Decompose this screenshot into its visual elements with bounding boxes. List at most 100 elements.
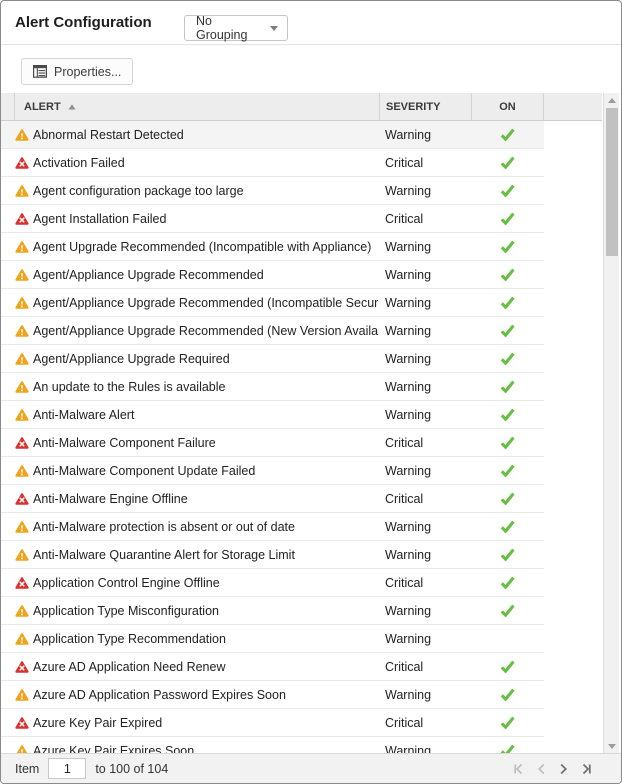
page-title: Alert Configuration (15, 14, 152, 31)
table-row[interactable]: Abnormal Restart DetectedWarning (1, 121, 544, 149)
table-row[interactable]: Azure Key Pair Expires SoonWarning (1, 737, 544, 753)
warning-icon (1, 268, 33, 282)
table-row[interactable]: Anti-Malware protection is absent or out… (1, 513, 544, 541)
alert-name: Agent/Appliance Upgrade Recommended (New… (33, 324, 379, 338)
column-header-severity[interactable]: SEVERITY (379, 93, 471, 120)
table-row[interactable]: Agent/Appliance Upgrade RequiredWarning (1, 345, 544, 373)
on-check-icon (471, 436, 544, 449)
severity-value: Warning (379, 268, 471, 282)
scrollbar-thumb[interactable] (606, 108, 618, 256)
table-row[interactable]: Anti-Malware Quarantine Alert for Storag… (1, 541, 544, 569)
alert-name: Anti-Malware Alert (33, 408, 379, 422)
severity-value: Warning (379, 604, 471, 618)
table-row[interactable]: Application Type MisconfigurationWarning (1, 597, 544, 625)
severity-value: Warning (379, 520, 471, 534)
table-row[interactable]: Anti-Malware Component Update FailedWarn… (1, 457, 544, 485)
alert-name: Azure Key Pair Expires Soon (33, 744, 379, 754)
column-header-filler (543, 93, 602, 120)
severity-value: Warning (379, 548, 471, 562)
scroll-down-icon[interactable] (604, 739, 619, 753)
alert-name: Application Type Recommendation (33, 632, 379, 646)
table-row[interactable]: Application Type RecommendationWarning (1, 625, 544, 653)
column-header-on[interactable]: ON (471, 93, 543, 120)
alert-name: Agent Installation Failed (33, 212, 379, 226)
alert-name: Agent/Appliance Upgrade Required (33, 352, 379, 366)
properties-icon (33, 65, 47, 78)
warning-icon (1, 744, 33, 754)
table-row[interactable]: Agent Upgrade Recommended (Incompatible … (1, 233, 544, 261)
on-check-icon (471, 604, 544, 617)
alert-name: Application Type Misconfiguration (33, 604, 379, 618)
alert-name: Anti-Malware Component Update Failed (33, 464, 379, 478)
critical-icon (1, 576, 33, 590)
severity-value: Warning (379, 296, 471, 310)
vertical-scrollbar[interactable] (603, 93, 619, 753)
table-row[interactable]: Agent configuration package too largeWar… (1, 177, 544, 205)
on-check-icon (471, 660, 544, 673)
title-bar: Alert Configuration No Grouping (1, 1, 621, 45)
column-header-alert[interactable]: ALERT (14, 93, 379, 120)
grouping-dropdown[interactable]: No Grouping (184, 15, 288, 41)
warning-icon (1, 240, 33, 254)
severity-value: Warning (379, 184, 471, 198)
table-row[interactable]: Azure AD Application Password Expires So… (1, 681, 544, 709)
severity-value: Critical (379, 716, 471, 730)
table-row[interactable]: Anti-Malware AlertWarning (1, 401, 544, 429)
alert-name: Application Control Engine Offline (33, 576, 379, 590)
pagination-bar: Item to 100 of 104 (1, 753, 621, 783)
next-page-button[interactable] (558, 763, 569, 775)
alert-name: Azure AD Application Need Renew (33, 660, 379, 674)
warning-icon (1, 184, 33, 198)
table-row[interactable]: Azure Key Pair ExpiredCritical (1, 709, 544, 737)
alert-table-body: Abnormal Restart DetectedWarning Activat… (1, 121, 544, 753)
page-item-input[interactable] (48, 758, 86, 779)
table-row[interactable]: Azure AD Application Need RenewCritical (1, 653, 544, 681)
column-header-spacer (1, 93, 14, 120)
on-check-icon (471, 156, 544, 169)
table-row[interactable]: Anti-Malware Engine OfflineCritical (1, 485, 544, 513)
on-check-icon (471, 548, 544, 561)
table-row[interactable]: Agent/Appliance Upgrade Recommended (Inc… (1, 289, 544, 317)
warning-icon (1, 520, 33, 534)
table-row[interactable]: Agent/Appliance Upgrade Recommended (New… (1, 317, 544, 345)
on-check-icon (471, 492, 544, 505)
alert-name: Agent configuration package too large (33, 184, 379, 198)
severity-value: Warning (379, 688, 471, 702)
alert-name: Agent/Appliance Upgrade Recommended (Inc… (33, 296, 379, 310)
last-page-button[interactable] (580, 763, 593, 775)
severity-value: Warning (379, 352, 471, 366)
properties-button[interactable]: Properties... (21, 58, 133, 85)
warning-icon (1, 128, 33, 142)
warning-icon (1, 380, 33, 394)
previous-page-button[interactable] (536, 763, 547, 775)
item-label: Item (15, 762, 39, 776)
pager (512, 754, 593, 783)
alert-configuration-window: Alert Configuration No Grouping Properti… (0, 0, 622, 784)
scroll-up-icon[interactable] (604, 93, 619, 107)
on-check-icon (471, 324, 544, 337)
table-row[interactable]: Application Control Engine OfflineCritic… (1, 569, 544, 597)
alert-name: Anti-Malware protection is absent or out… (33, 520, 379, 534)
alert-name: Agent/Appliance Upgrade Recommended (33, 268, 379, 282)
warning-icon (1, 352, 33, 366)
alert-name: Anti-Malware Component Failure (33, 436, 379, 450)
first-page-button[interactable] (512, 763, 525, 775)
table-row[interactable]: Agent/Appliance Upgrade RecommendedWarni… (1, 261, 544, 289)
table-row[interactable]: Activation FailedCritical (1, 149, 544, 177)
on-check-icon (471, 240, 544, 253)
on-check-icon (471, 408, 544, 421)
alert-name: An update to the Rules is available (33, 380, 379, 394)
warning-icon (1, 296, 33, 310)
severity-value: Critical (379, 436, 471, 450)
sort-ascending-icon (68, 104, 76, 110)
alert-name: Activation Failed (33, 156, 379, 170)
warning-icon (1, 688, 33, 702)
table-row[interactable]: An update to the Rules is availableWarni… (1, 373, 544, 401)
table-row[interactable]: Anti-Malware Component FailureCritical (1, 429, 544, 457)
severity-value: Critical (379, 576, 471, 590)
table-header: ALERT SEVERITY ON (1, 93, 602, 121)
on-check-icon (471, 352, 544, 365)
alert-name: Abnormal Restart Detected (33, 128, 379, 142)
table-row[interactable]: Agent Installation FailedCritical (1, 205, 544, 233)
severity-value: Warning (379, 408, 471, 422)
